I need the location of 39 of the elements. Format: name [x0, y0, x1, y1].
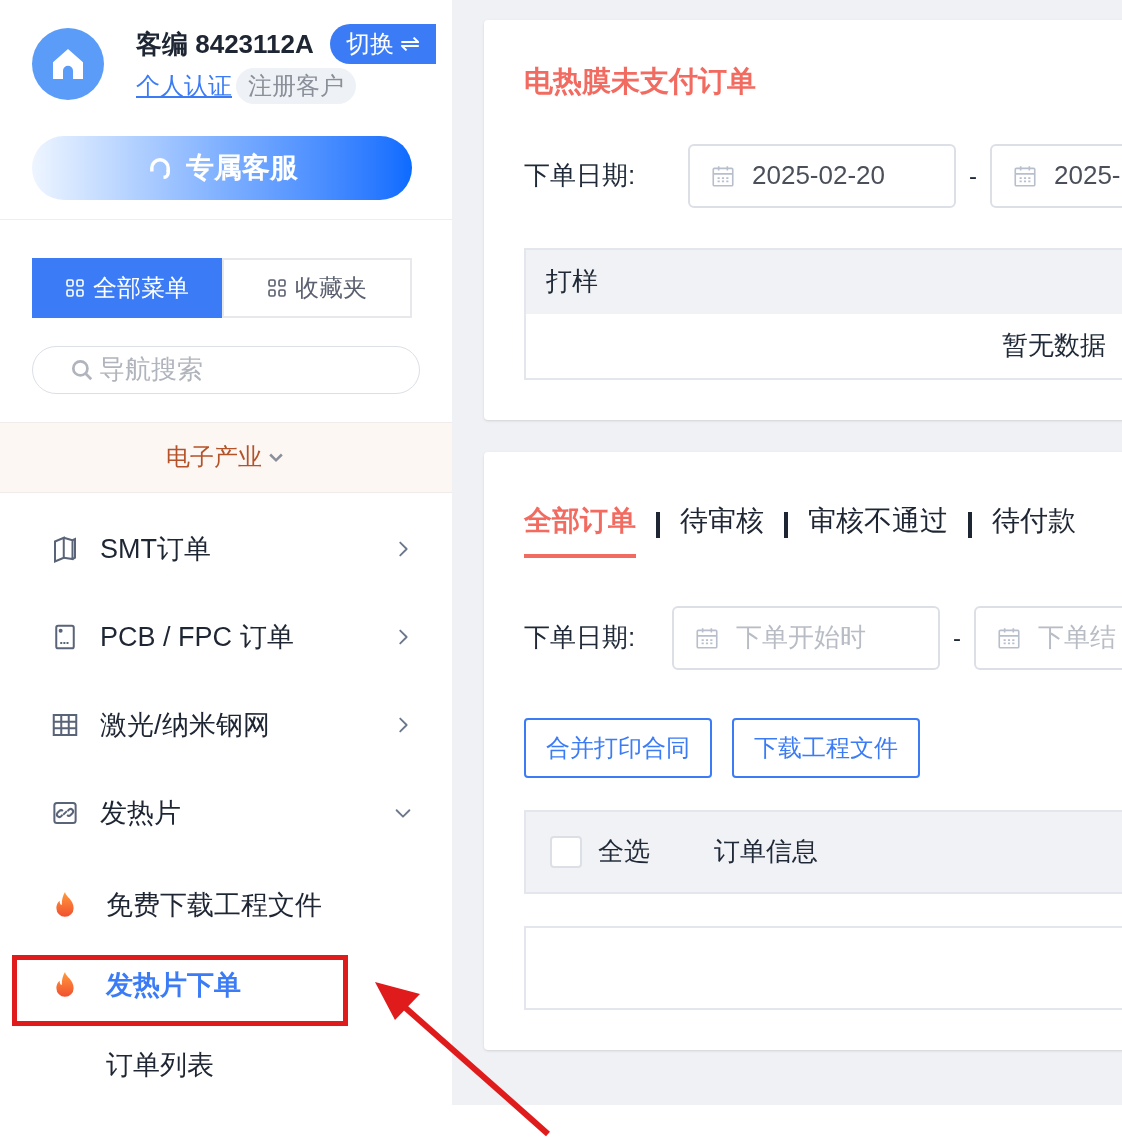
date-input[interactable]: 下单结: [1038, 618, 1122, 657]
order-tab[interactable]: 待审核: [680, 491, 764, 558]
date-field[interactable]: 下单开始时: [672, 605, 940, 670]
date-input[interactable]: 下单开始时: [736, 618, 936, 657]
switch-button[interactable]: 切换 ⇌: [329, 24, 437, 64]
action-button[interactable]: 下载工程文件: [732, 717, 920, 778]
nav-item[interactable]: 发热片: [0, 769, 452, 857]
apps-icon: [65, 278, 85, 299]
industry-label: 电子产业: [166, 442, 262, 473]
nav-search-input[interactable]: 导航搜索: [99, 350, 379, 390]
apps-icon: [267, 278, 287, 299]
order-tab[interactable]: 待付款: [992, 491, 1076, 558]
nav-item[interactable]: 激光/纳米钢网: [0, 681, 452, 769]
date-field[interactable]: 2025-02-20: [688, 143, 956, 208]
date-label: 下单日期:: [524, 621, 637, 654]
order-tab[interactable]: 审核不通过: [808, 491, 948, 558]
customer-id: 客编 8423112A: [136, 27, 314, 61]
select-all-label: 全选: [598, 835, 651, 868]
empty-text: 暂无数据: [1002, 329, 1106, 362]
menu-tab[interactable]: 全部菜单: [32, 258, 222, 319]
nav-item[interactable]: PCB / FPC 订单: [0, 593, 452, 681]
column-header: 订单信息: [714, 835, 818, 868]
verify-link[interactable]: 个人认证: [136, 68, 232, 104]
menu-tab[interactable]: 收藏夹: [222, 258, 412, 319]
date-label: 下单日期:: [524, 159, 637, 192]
nav-item[interactable]: SMT订单: [0, 505, 452, 593]
action-button[interactable]: 合并打印合同: [524, 717, 712, 778]
nav-subitem[interactable]: 订单列表: [0, 1025, 452, 1105]
customer-type-tag: 注册客户: [236, 68, 356, 104]
date-separator: -: [968, 160, 978, 191]
select-all-checkbox[interactable]: [550, 835, 582, 868]
date-separator: -: [952, 622, 962, 653]
industry-bar[interactable]: 电子产业: [0, 421, 452, 493]
column-header: 打样: [526, 249, 1122, 314]
date-field[interactable]: 下单结: [974, 605, 1122, 670]
date-field[interactable]: 2025-: [990, 143, 1122, 208]
nav-subitem[interactable]: 免费下载工程文件: [0, 865, 452, 945]
nav-subitem[interactable]: 发热片下单: [0, 945, 452, 1025]
card-title: 电热膜未支付订单: [524, 64, 757, 99]
